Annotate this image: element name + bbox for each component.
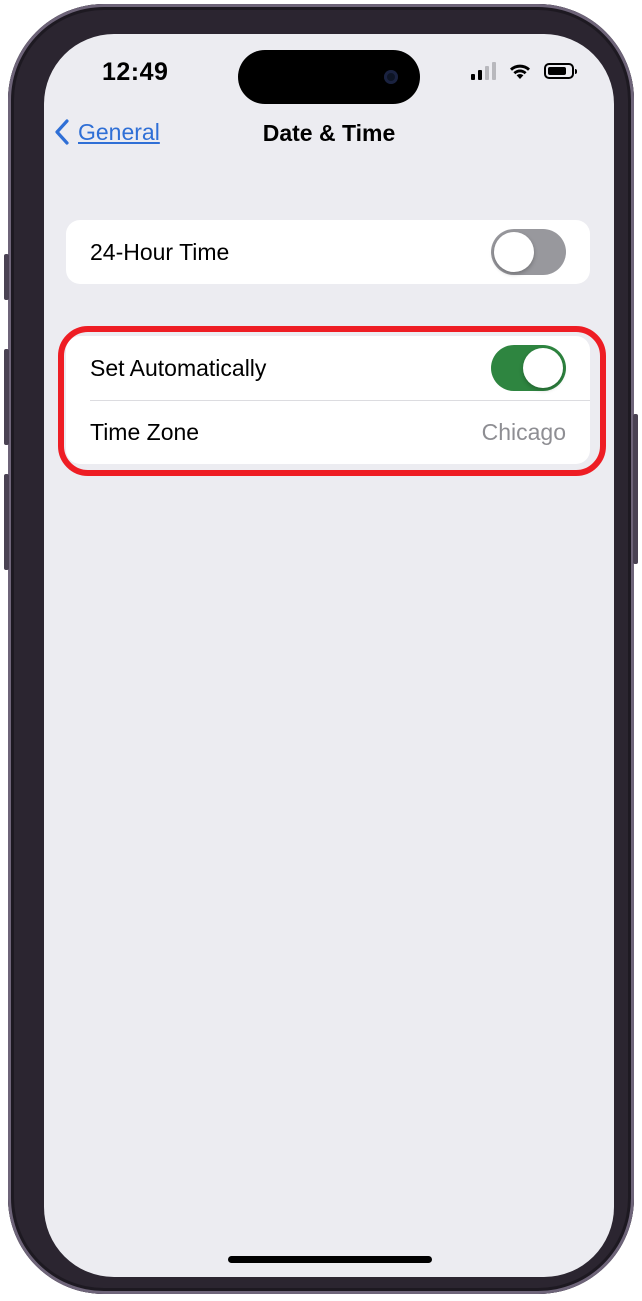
wifi-icon bbox=[510, 64, 530, 79]
status-icons bbox=[471, 62, 577, 80]
settings-group-automatic: Set Automatically Time Zone Chicago bbox=[66, 336, 590, 464]
home-indicator[interactable] bbox=[228, 1256, 432, 1263]
row-time-zone[interactable]: Time Zone Chicago bbox=[66, 400, 590, 464]
phone-frame: 12:49 General Date & Time 24-Hour Time S… bbox=[4, 4, 638, 1294]
row-label: Time Zone bbox=[90, 418, 200, 445]
camera-icon bbox=[384, 70, 398, 84]
row-label: 24-Hour Time bbox=[90, 238, 230, 265]
side-button bbox=[633, 414, 638, 564]
toggle-knob bbox=[523, 348, 563, 388]
volume-down-button bbox=[4, 474, 9, 570]
row-set-automatically: Set Automatically bbox=[66, 336, 590, 400]
action-button bbox=[4, 254, 9, 300]
settings-group-24-hour: 24-Hour Time bbox=[66, 220, 590, 284]
volume-up-button bbox=[4, 349, 9, 445]
row-24-hour-time: 24-Hour Time bbox=[66, 220, 590, 284]
screen: 12:49 General Date & Time 24-Hour Time S… bbox=[44, 34, 614, 1277]
battery-icon bbox=[544, 63, 577, 79]
time-zone-value: Chicago bbox=[481, 418, 566, 445]
toggle-knob bbox=[494, 232, 534, 272]
status-time: 12:49 bbox=[102, 58, 169, 86]
dynamic-island bbox=[238, 50, 420, 104]
cellular-signal-icon bbox=[471, 62, 496, 80]
set-automatically-toggle[interactable] bbox=[491, 345, 566, 391]
24-hour-time-toggle[interactable] bbox=[491, 229, 566, 275]
page-title: Date & Time bbox=[262, 120, 396, 146]
row-label: Set Automatically bbox=[90, 354, 267, 381]
